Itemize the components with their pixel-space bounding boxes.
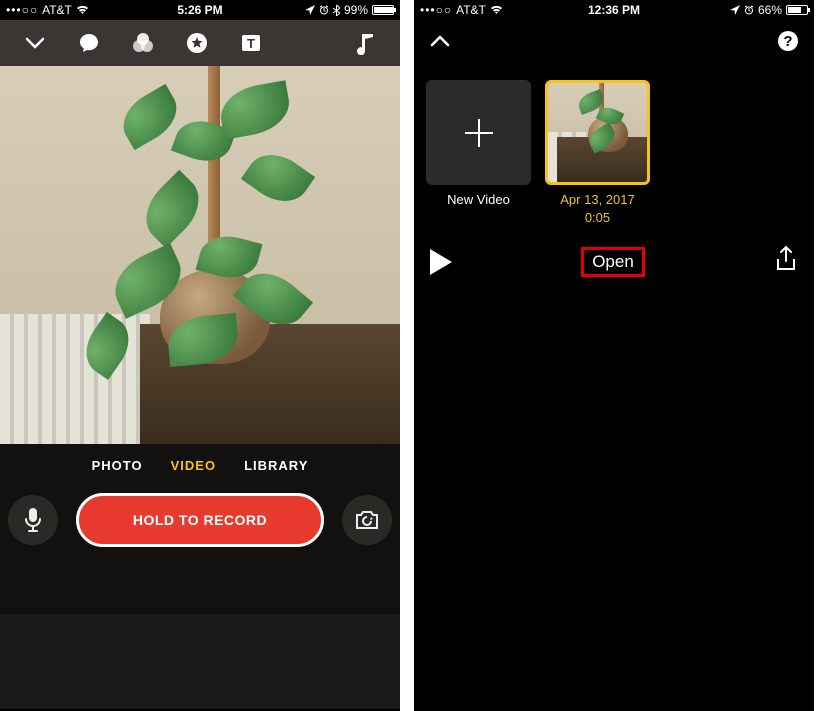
location-icon xyxy=(305,5,315,15)
hold-to-record-button[interactable]: HOLD TO RECORD xyxy=(76,493,324,547)
signal-dots-icon: •••○○ xyxy=(6,3,38,17)
svg-text:?: ? xyxy=(783,33,792,50)
carrier-label: AT&T xyxy=(42,3,72,17)
carrier-label: AT&T xyxy=(456,3,486,17)
microphone-button[interactable] xyxy=(8,495,58,545)
battery-icon xyxy=(786,5,808,15)
status-bar: •••○○ AT&T 12:36 PM 66% xyxy=(414,0,814,20)
filters-icon[interactable] xyxy=(130,30,156,56)
project-tile[interactable]: Apr 13, 2017 0:05 xyxy=(545,80,650,226)
location-icon xyxy=(730,5,740,15)
mode-selector: PHOTO VIDEO LIBRARY xyxy=(0,444,400,473)
new-video-label: New Video xyxy=(447,191,510,209)
clips-projects-screen: •••○○ AT&T 12:36 PM 66% ? New Video xyxy=(414,0,814,711)
music-icon[interactable] xyxy=(355,31,375,55)
share-icon[interactable] xyxy=(774,245,798,278)
signal-dots-icon: •••○○ xyxy=(420,3,452,17)
chevron-up-icon[interactable] xyxy=(428,29,452,58)
status-bar: •••○○ AT&T 5:26 PM 99% xyxy=(0,0,400,20)
bluetooth-icon xyxy=(333,5,340,16)
alarm-icon xyxy=(744,5,754,15)
mode-photo[interactable]: PHOTO xyxy=(92,458,143,473)
camera-viewfinder xyxy=(0,66,400,444)
wifi-icon xyxy=(490,5,503,15)
help-icon[interactable]: ? xyxy=(776,29,800,58)
project-footer: Open xyxy=(414,234,814,289)
alarm-icon xyxy=(319,5,329,15)
new-video-tile[interactable]: New Video xyxy=(426,80,531,226)
project-duration-label: 0:05 xyxy=(585,210,610,225)
flip-camera-button[interactable] xyxy=(342,495,392,545)
chevron-down-icon[interactable] xyxy=(24,32,46,54)
play-icon[interactable] xyxy=(430,249,452,275)
text-overlay-icon[interactable]: T xyxy=(240,32,262,54)
svg-text:T: T xyxy=(247,36,255,51)
wifi-icon xyxy=(76,5,89,15)
plus-icon xyxy=(459,113,499,153)
mode-video[interactable]: VIDEO xyxy=(171,458,216,473)
projects-toolbar: ? xyxy=(414,20,814,66)
effects-toolbar: T xyxy=(0,20,400,66)
open-button[interactable]: Open xyxy=(581,247,645,277)
stickers-icon[interactable] xyxy=(185,31,209,55)
battery-pct-label: 99% xyxy=(344,3,368,17)
projects-row: New Video Apr 13, 2017 0:05 xyxy=(414,66,814,234)
battery-pct-label: 66% xyxy=(758,3,782,17)
capture-panel: PHOTO VIDEO LIBRARY HOLD TO RECORD xyxy=(0,444,400,614)
mode-library[interactable]: LIBRARY xyxy=(244,458,308,473)
clip-tray xyxy=(0,614,400,709)
live-title-icon[interactable] xyxy=(77,31,101,55)
clips-capture-screen: •••○○ AT&T 5:26 PM 99% T xyxy=(0,0,400,711)
battery-icon xyxy=(372,5,394,15)
project-date-label: Apr 13, 2017 0:05 xyxy=(560,191,634,226)
